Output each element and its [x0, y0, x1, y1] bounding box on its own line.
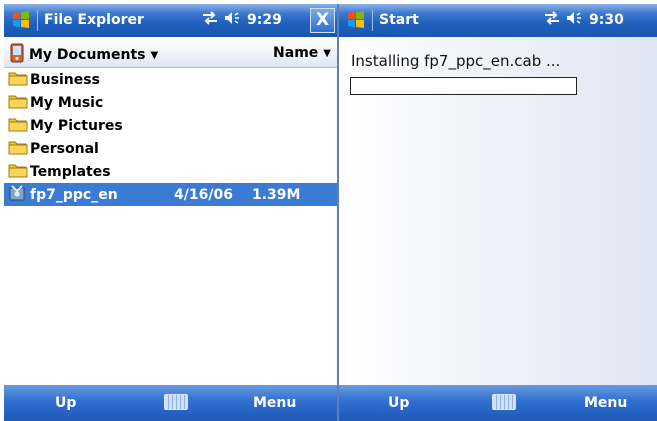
file-name: fp7_ppc_en	[30, 186, 118, 203]
file-name: My Pictures	[30, 117, 123, 134]
file-name: Personal	[30, 140, 99, 157]
title-bar: File Explorer 9:29 X	[4, 4, 337, 37]
close-button[interactable]: X	[310, 8, 335, 33]
chevron-down-icon: ▼	[323, 47, 331, 59]
windows-flag-icon[interactable]	[10, 9, 32, 31]
speaker-icon[interactable]	[224, 11, 242, 29]
title-separator	[37, 10, 38, 31]
status-area: 9:30	[543, 11, 624, 29]
menu-softkey[interactable]: Menu	[584, 395, 627, 411]
folder-header: My Documents ▼ Name ▼	[4, 37, 337, 68]
list-item[interactable]: My Music	[4, 91, 337, 114]
folder-icon	[8, 116, 28, 136]
file-explorer-screen: File Explorer 9:29 X My Documents ▼ Name…	[4, 4, 337, 421]
up-softkey[interactable]: Up	[388, 395, 409, 411]
file-name: Templates	[30, 163, 111, 180]
cab-file-icon	[8, 184, 28, 206]
keyboard-icon[interactable]	[164, 394, 188, 410]
window-title: Start	[379, 12, 419, 28]
folder-icon	[8, 93, 28, 113]
status-area: 9:29	[201, 11, 282, 29]
softkey-bar: Up Menu	[4, 385, 337, 421]
clock[interactable]: 9:29	[247, 12, 282, 28]
connectivity-icon[interactable]	[201, 11, 219, 29]
folder-label: My Documents	[29, 47, 146, 63]
windows-flag-icon[interactable]	[345, 9, 367, 31]
title-bar: Start 9:30	[339, 4, 657, 37]
softkey-bar: Up Menu	[339, 385, 657, 421]
folder-dropdown[interactable]: My Documents ▼	[10, 43, 158, 67]
folder-icon	[8, 70, 28, 90]
keyboard-icon[interactable]	[492, 394, 516, 410]
list-item[interactable]: Personal	[4, 137, 337, 160]
file-name: Business	[30, 71, 100, 88]
file-date: 4/16/06	[174, 186, 233, 203]
window-title: File Explorer	[44, 12, 144, 28]
install-screen: Start 9:30 Installing fp7_ppc_en.cab ...…	[339, 4, 657, 421]
speaker-icon[interactable]	[566, 11, 584, 29]
file-list: Business My Music My Pictures Personal T…	[4, 68, 337, 206]
file-size: 1.39M	[252, 186, 301, 203]
chevron-down-icon: ▼	[150, 49, 159, 61]
install-status-text: Installing fp7_ppc_en.cab ...	[351, 52, 561, 70]
title-separator	[372, 10, 373, 31]
list-item[interactable]: My Pictures	[4, 114, 337, 137]
sort-label: Name	[273, 45, 319, 61]
folder-icon	[8, 162, 28, 182]
list-item-selected[interactable]: fp7_ppc_en 4/16/06 1.39M	[4, 183, 337, 206]
up-softkey[interactable]: Up	[55, 395, 76, 411]
connectivity-icon[interactable]	[543, 11, 561, 29]
menu-softkey[interactable]: Menu	[253, 395, 296, 411]
list-item[interactable]: Business	[4, 68, 337, 91]
folder-icon	[8, 139, 28, 159]
install-progress-bar	[350, 77, 577, 95]
document-device-icon	[10, 43, 24, 67]
sort-dropdown[interactable]: Name ▼	[273, 45, 331, 61]
list-item[interactable]: Templates	[4, 160, 337, 183]
clock[interactable]: 9:30	[589, 12, 624, 28]
file-name: My Music	[30, 94, 104, 111]
